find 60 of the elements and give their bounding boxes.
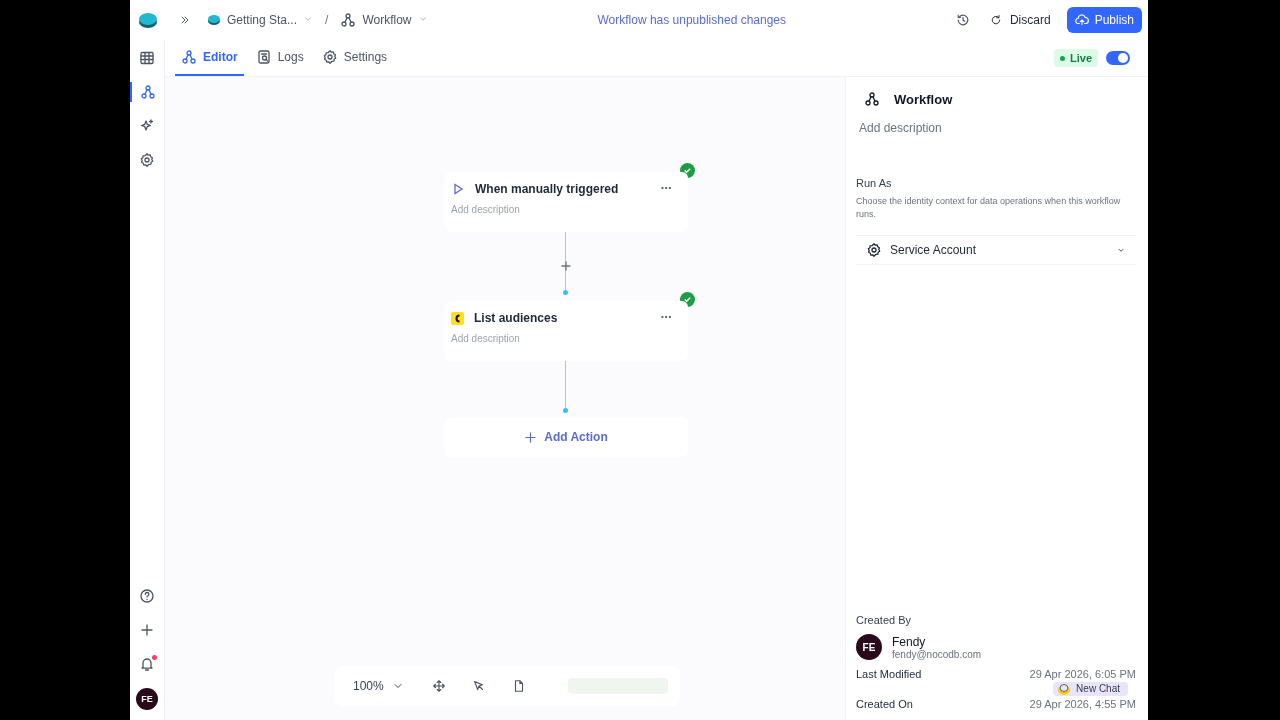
pointer-icon bbox=[471, 679, 486, 693]
breadcrumb[interactable]: Getting Sta... bbox=[203, 11, 318, 29]
base-icon bbox=[207, 14, 221, 26]
log-icon bbox=[255, 49, 272, 65]
live-toggle[interactable] bbox=[1106, 51, 1130, 65]
breadcrumb[interactable]: Workflow bbox=[336, 10, 432, 30]
app-logo[interactable] bbox=[137, 11, 158, 29]
description-field[interactable]: Add description bbox=[451, 333, 571, 344]
workflow-icon bbox=[864, 91, 880, 107]
description-field[interactable]: Add description bbox=[859, 121, 1136, 135]
workflow-node[interactable]: When manually triggered Add description bbox=[445, 172, 688, 232]
notification-bell-icon bbox=[139, 656, 155, 672]
settings-icon bbox=[321, 49, 338, 65]
zoom-dropdown[interactable]: 100% bbox=[347, 678, 410, 694]
move-icon bbox=[431, 679, 446, 693]
breadcrumb-separator: / bbox=[325, 13, 329, 27]
section-label: Run As bbox=[856, 177, 893, 189]
history-icon bbox=[955, 13, 970, 27]
caret-icon bbox=[303, 14, 314, 24]
mascot-icon bbox=[1057, 682, 1072, 696]
play-icon bbox=[451, 182, 465, 196]
user-email: fendy@nocodb.com bbox=[892, 648, 982, 660]
plus-icon bbox=[139, 622, 155, 638]
help-icon bbox=[139, 588, 155, 604]
meta-value: 29 Apr 2026, 6:05 PM bbox=[1029, 668, 1136, 680]
cloud-upload-icon bbox=[1074, 13, 1089, 27]
table-icon bbox=[139, 50, 155, 66]
help-text: Choose the identity context for data operations when this workflow runs. bbox=[856, 195, 1122, 221]
connector-dot bbox=[563, 408, 568, 413]
settings-icon bbox=[139, 152, 155, 168]
node-title: List audiences bbox=[474, 311, 559, 325]
plus-icon bbox=[525, 431, 537, 443]
workflow-node[interactable]: List audiences Add description bbox=[445, 301, 688, 361]
meta-label: Last Modified bbox=[856, 668, 922, 680]
workflow-icon bbox=[340, 12, 357, 28]
meta-label: Created On bbox=[856, 698, 913, 710]
user-avatar: FE bbox=[856, 634, 882, 660]
tab[interactable]: Logs bbox=[249, 40, 310, 76]
refresh-icon bbox=[989, 14, 1002, 26]
run-as-select[interactable]: Service Account bbox=[856, 235, 1136, 265]
node-title: When manually triggered bbox=[475, 182, 620, 196]
add-action-button[interactable]: Add Action bbox=[445, 417, 688, 457]
settings-icon bbox=[866, 242, 882, 258]
chevrons-icon bbox=[179, 14, 191, 26]
unpublished-notice: Workflow has unpublished changes bbox=[596, 13, 787, 27]
tab[interactable]: Settings bbox=[315, 40, 394, 76]
user-name: Fendy bbox=[892, 634, 927, 649]
user-avatar[interactable]: FE bbox=[136, 688, 158, 710]
workflow-icon bbox=[181, 49, 197, 65]
meta-value: 29 Apr 2026, 4:55 PM bbox=[1029, 698, 1136, 710]
new-chat-button[interactable]: New Chat bbox=[1053, 682, 1128, 696]
workflow-icon bbox=[140, 84, 156, 100]
connector-dot bbox=[563, 290, 568, 295]
status-badge: Live bbox=[1054, 49, 1098, 67]
section-label: Created By bbox=[856, 614, 913, 626]
publish-button[interactable]: Publish bbox=[1066, 7, 1142, 33]
caret-icon bbox=[417, 14, 428, 24]
plus-icon bbox=[561, 261, 571, 271]
description-field[interactable]: Add description bbox=[451, 204, 571, 215]
panel-title: Workflow bbox=[894, 91, 953, 107]
